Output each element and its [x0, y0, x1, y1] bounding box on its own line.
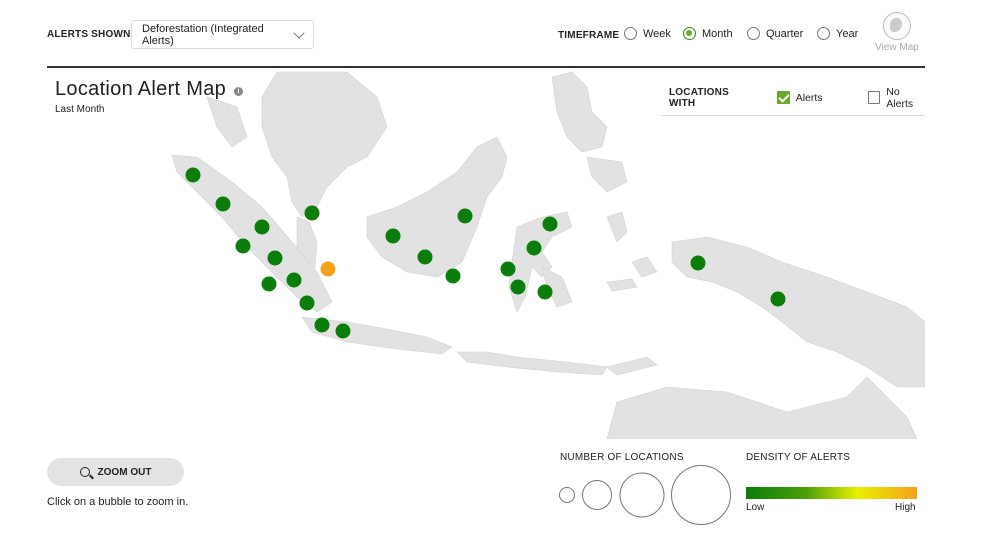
- timeframe-week[interactable]: Week: [624, 27, 671, 40]
- chevron-down-icon: [293, 26, 305, 39]
- location-bubble[interactable]: [335, 323, 351, 339]
- location-bubble[interactable]: [417, 249, 433, 265]
- location-bubble[interactable]: [261, 276, 277, 292]
- filter-alerts[interactable]: Alerts: [776, 91, 823, 104]
- size-legend: [559, 465, 731, 525]
- timeframe-month-label: Month: [702, 27, 733, 40]
- search-icon: [79, 467, 90, 477]
- location-bubble[interactable]: [542, 216, 558, 232]
- zoom-out-label: ZOOM OUT: [97, 466, 152, 478]
- location-bubble[interactable]: [286, 272, 302, 288]
- location-bubble[interactable]: [314, 317, 330, 333]
- timeframe-quarter-label: Quarter: [766, 27, 804, 40]
- location-bubble[interactable]: [215, 196, 231, 212]
- density-low-label: Low: [746, 502, 765, 513]
- no-alerts-checkbox[interactable]: [868, 91, 881, 104]
- timeframe-year-label: Year: [836, 27, 859, 40]
- alerts-dropdown-value: Deforestation (Integrated Alerts): [142, 22, 264, 47]
- size-legend-circle-1: [559, 487, 575, 503]
- zoom-out-button[interactable]: ZOOM OUT: [47, 458, 184, 486]
- location-bubble[interactable]: [526, 240, 542, 256]
- indonesia-map[interactable]: [47, 67, 925, 439]
- location-bubble[interactable]: [537, 284, 553, 300]
- radio-month[interactable]: [683, 27, 696, 40]
- location-bubble[interactable]: [500, 261, 516, 277]
- location-bubble[interactable]: [510, 279, 526, 295]
- location-bubble[interactable]: [770, 291, 786, 307]
- timeframe-month[interactable]: Month: [683, 27, 733, 40]
- location-bubble[interactable]: [385, 228, 401, 244]
- timeframe-week-label: Week: [643, 27, 671, 40]
- locations-with-label: LOCATIONS WITH: [669, 86, 729, 109]
- location-bubble[interactable]: [235, 238, 251, 254]
- view-map-button[interactable]: View Map: [870, 12, 924, 53]
- location-bubble[interactable]: [304, 205, 320, 221]
- alerts-dropdown[interactable]: Deforestation (Integrated Alerts): [131, 20, 314, 49]
- location-bubble[interactable]: [445, 268, 461, 284]
- location-bubble[interactable]: [320, 261, 336, 277]
- density-label: DENSITY OF ALERTS: [746, 452, 851, 463]
- location-bubble[interactable]: [299, 295, 315, 311]
- location-bubble[interactable]: [690, 255, 706, 271]
- radio-quarter[interactable]: [747, 27, 760, 40]
- location-bubble[interactable]: [267, 250, 283, 266]
- density-high-label: High: [895, 502, 916, 513]
- map-title-text: Location Alert Map: [55, 78, 227, 100]
- view-map-label: View Map: [875, 42, 919, 53]
- locations-with-filter: LOCATIONS WITH Alerts No Alerts: [661, 80, 925, 116]
- zoom-hint: Click on a bubble to zoom in.: [47, 496, 189, 508]
- location-bubble[interactable]: [457, 208, 473, 224]
- globe-icon: [883, 12, 911, 40]
- timeframe-label: TIMEFRAME: [558, 30, 620, 41]
- size-legend-circle-4: [671, 465, 731, 525]
- timeframe-year[interactable]: Year: [817, 27, 858, 40]
- location-bubble[interactable]: [185, 167, 201, 183]
- map-title: Location Alert Map i: [55, 78, 244, 101]
- filter-alerts-label: Alerts: [795, 91, 823, 104]
- size-legend-circle-2: [582, 480, 612, 510]
- radio-year[interactable]: [817, 27, 830, 40]
- location-bubble[interactable]: [254, 219, 270, 235]
- size-legend-circle-3: [619, 472, 665, 518]
- filter-no-alerts-label: No Alerts: [886, 85, 914, 110]
- radio-week[interactable]: [624, 27, 637, 40]
- density-gradient-bar: [746, 487, 917, 499]
- filter-no-alerts[interactable]: No Alerts: [868, 86, 925, 110]
- land-shapes: [171, 71, 925, 439]
- map-subtitle: Last Month: [55, 104, 105, 115]
- timeframe-quarter[interactable]: Quarter: [747, 27, 803, 40]
- alerts-shown-label: ALERTS SHOWN: [47, 29, 131, 40]
- alerts-checkbox[interactable]: [776, 91, 790, 104]
- info-icon[interactable]: i: [234, 86, 244, 96]
